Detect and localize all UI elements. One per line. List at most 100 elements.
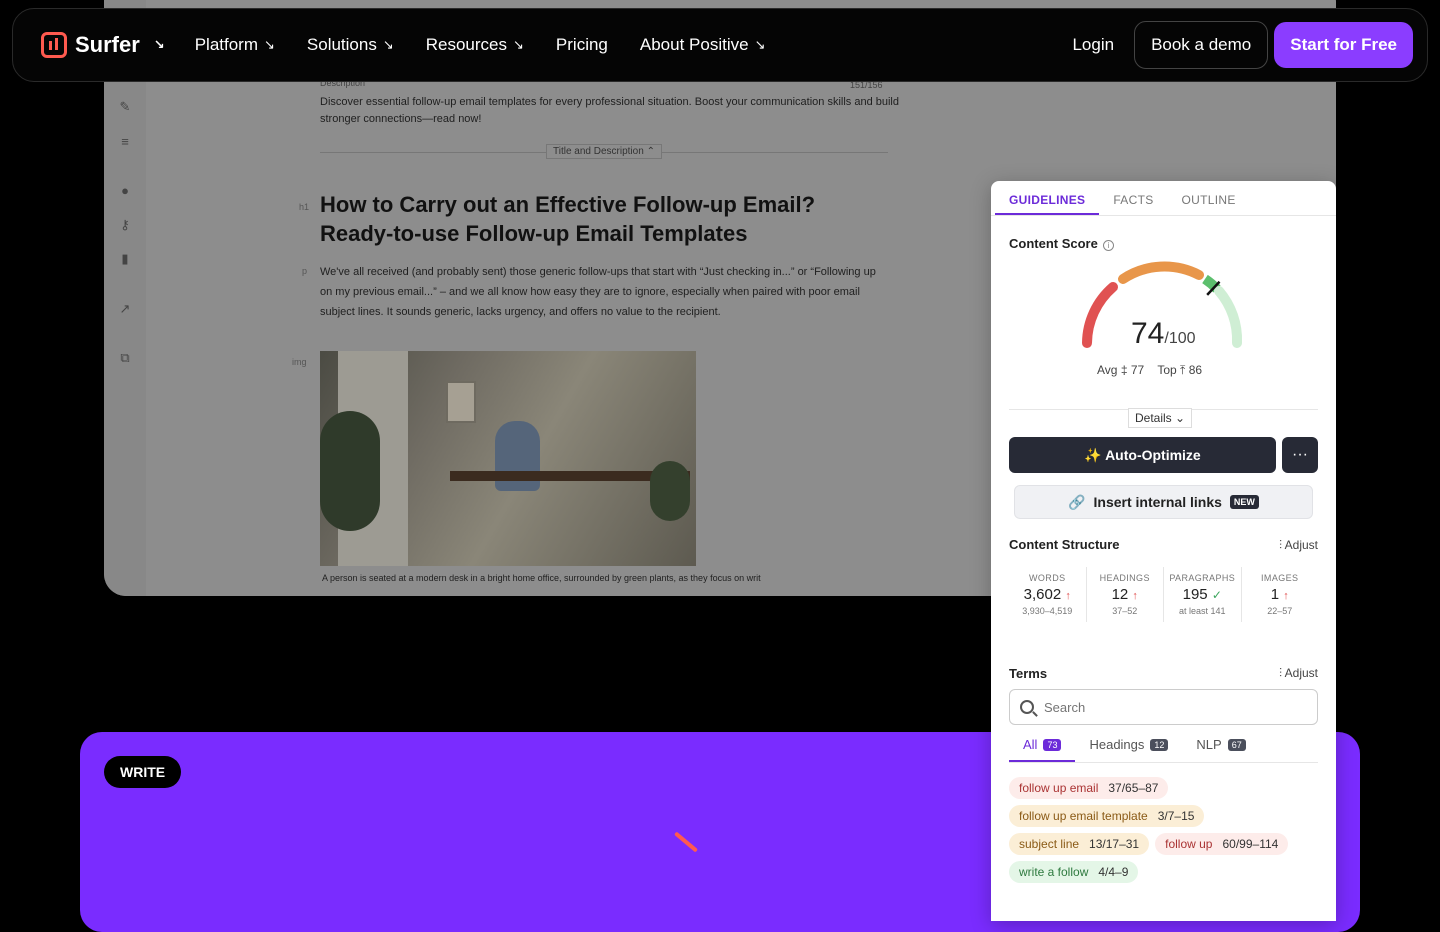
image-caption[interactable]: A person is seated at a modern desk in a… (322, 573, 761, 583)
terms-tab-count: 67 (1227, 739, 1246, 751)
insert-internal-links-button[interactable]: 🔗 Insert internal links NEW (1014, 485, 1313, 519)
top-nav: Surfer ↘ Platform ↘ Solutions ↘ Resources ↘ Pr… (12, 8, 1428, 82)
term-text: follow up (1165, 837, 1213, 851)
avg-icon: ‡ (1120, 363, 1128, 377)
arrow-up-icon: ↑ (1065, 590, 1071, 602)
top-value: 86 (1188, 363, 1203, 377)
guidelines-panel: GUIDELINES FACTS OUTLINE Content Score i 74… (991, 181, 1336, 921)
content-score-value: 74/100 (1131, 317, 1196, 351)
stat-value: 3,602 (1023, 586, 1062, 603)
arrow-down-right-icon: ↘ (382, 37, 394, 52)
arrow-down-right-icon: ↘ (153, 37, 165, 52)
nav-item[interactable]: Platform ↘ (195, 35, 275, 55)
term-chip[interactable]: write a follow 4/4–9 (1009, 861, 1139, 883)
term-chip[interactable]: subject line 13/17–31 (1009, 833, 1150, 855)
terms-adjust-button[interactable]: ⫶ Adjust (1279, 666, 1318, 681)
terms-tab-label: Headings (1089, 737, 1145, 752)
toggle-label: Title and Description (553, 146, 644, 157)
article-image[interactable] (320, 351, 696, 566)
chip-row: write a follow 4/4–9 (1009, 861, 1318, 883)
term-text: follow up email (1019, 781, 1099, 795)
bar-chart-icon[interactable]: ▮ (118, 252, 132, 266)
nav-item-label: About Positive (639, 35, 749, 54)
term-chip[interactable]: follow up email 37/65–87 (1009, 777, 1169, 799)
term-count: 60/99–114 (1222, 837, 1279, 851)
nav-item-label: Solutions (306, 35, 377, 54)
main-menu: Platform ↘ Solutions ↘ Resources ↘ Pricing Abou… (195, 35, 766, 55)
tab-outline[interactable]: OUTLINE (1168, 181, 1250, 215)
chevron-down-icon: ⌄ (1175, 411, 1186, 425)
edit-icon[interactable]: ✎ (118, 100, 132, 114)
stat-label: IMAGES (1261, 573, 1299, 583)
term-count: 37/65–87 (1108, 781, 1159, 795)
tab-guidelines[interactable]: GUIDELINES (995, 181, 1100, 215)
arrow-down-right-icon: ↘ (513, 37, 524, 52)
write-pill: WRITE (104, 756, 182, 788)
title-description-toggle[interactable]: Title and Description ⌃ (546, 144, 662, 159)
nav-item[interactable]: About Positive ↘ (640, 35, 766, 55)
nav-item-label: Platform (194, 35, 258, 54)
start-free-button[interactable]: Start for Free (1274, 22, 1413, 68)
brand-logo[interactable]: Surfer ↘ (41, 32, 165, 58)
book-demo-button[interactable]: Book a demo (1134, 21, 1269, 69)
terms-tab-all[interactable]: All 73 (1009, 729, 1076, 762)
content-score-label: Content Score (1009, 236, 1098, 251)
article-heading[interactable]: How to Carry out an Effective Follow-up … (320, 190, 880, 248)
arrow-down-right-icon: ↘ (264, 37, 275, 52)
stat-range: 3,930–4,519 (1022, 606, 1073, 616)
nav-item[interactable]: Solutions ↘ (307, 35, 394, 55)
key-icon[interactable]: ⚷ (118, 218, 132, 232)
score-max: /100 (1164, 330, 1196, 347)
auto-optimize-button[interactable]: ✨ Auto-Optimize (1009, 437, 1276, 473)
nav-item-label: Pricing (555, 35, 608, 54)
check-icon: ✓ (1211, 588, 1222, 602)
terms-tab-count: 73 (1043, 739, 1062, 751)
nav-item[interactable]: Pricing (556, 35, 608, 55)
term-text: subject line (1019, 837, 1080, 851)
term-chip[interactable]: follow up 60/99–114 (1155, 833, 1289, 855)
term-count: 3/7–15 (1157, 809, 1195, 823)
top-label: Top (1157, 363, 1177, 377)
tab-facts[interactable]: FACTS (1099, 181, 1167, 215)
arrow-up-icon: ↑ (1132, 590, 1138, 602)
sliders-icon: ⫶ (1278, 666, 1282, 680)
bulb-icon[interactable]: ● (118, 184, 132, 198)
link-icon: 🔗 (1068, 493, 1086, 510)
search-input[interactable] (1044, 699, 1284, 715)
layers-icon[interactable]: ≡ (118, 135, 132, 149)
stat-value-row: 1 ↑ (1242, 586, 1319, 603)
img-tag: img (292, 357, 307, 367)
arrow-down-right-icon: ↘ (754, 37, 766, 52)
terms-tab-label: All (1023, 737, 1038, 752)
term-count: 13/17–31 (1089, 837, 1140, 851)
nav-actions: Login Book a demo Start for Free (1072, 21, 1413, 69)
terms-tab-count: 12 (1150, 739, 1169, 751)
stat-value: 1 (1270, 586, 1280, 603)
nav-item[interactable]: Resources ↘ (426, 35, 524, 55)
details-dropdown[interactable]: Details ⌄ (1128, 408, 1193, 428)
terms-search[interactable] (1009, 689, 1318, 725)
new-badge: NEW (1229, 495, 1259, 509)
terms-tab-nlp[interactable]: NLP 67 (1182, 729, 1259, 762)
term-chips: follow up email 37/65–87 follow up email t… (1009, 777, 1318, 889)
stat-value: 12 (1111, 586, 1129, 603)
share-icon[interactable]: ⧉ (118, 351, 132, 365)
stat-range: 22–57 (1267, 606, 1293, 616)
stat-paragraphs: PARAGRAPHS 195 ✓ at least 141 (1164, 567, 1242, 622)
terms-tab-headings[interactable]: Headings 12 (1075, 729, 1182, 762)
trend-icon[interactable]: ↗ (118, 302, 132, 316)
decorative-stroke (673, 831, 699, 853)
stat-label: HEADINGS (1099, 573, 1150, 583)
gauge-segment-red (1082, 282, 1118, 348)
nav-item-label: Resources (425, 35, 508, 54)
more-options-button[interactable]: ··· (1282, 437, 1318, 473)
image-plant-small (650, 461, 690, 521)
login-link[interactable]: Login (1072, 35, 1114, 55)
structure-adjust-button[interactable]: ⫶ Adjust (1279, 538, 1318, 553)
top-icon: ⤒ (1180, 363, 1186, 377)
info-icon[interactable]: i (1102, 240, 1114, 251)
stat-value: 195 (1182, 586, 1208, 603)
meta-description-text[interactable]: Discover essential follow-up email templ… (320, 94, 900, 128)
term-chip[interactable]: follow up email template 3/7–15 (1009, 805, 1205, 827)
article-paragraph[interactable]: We've all received (and probably sent) t… (320, 262, 880, 322)
